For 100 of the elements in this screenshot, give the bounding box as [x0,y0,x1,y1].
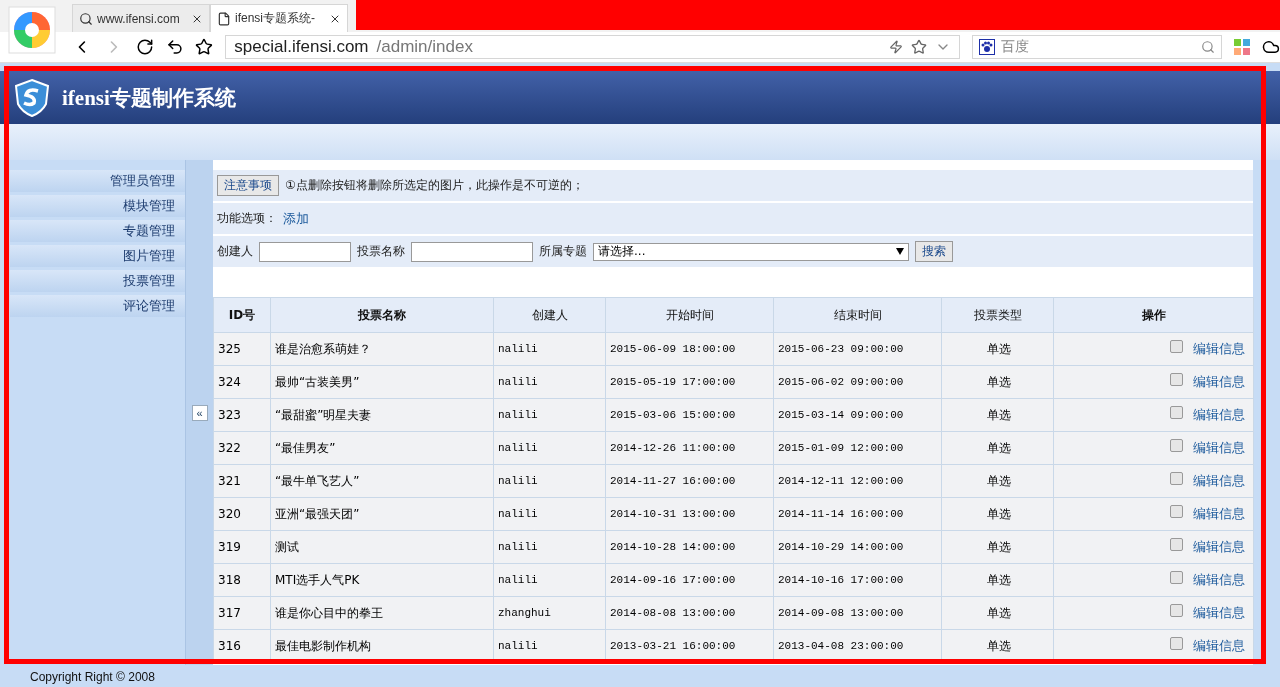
table-cell: 亚洲“最强天团” [270,497,494,531]
search-icon[interactable] [1201,40,1216,54]
table-cell: 单选 [941,596,1054,630]
table-cell: 2014-10-31 13:00:00 [605,497,774,531]
row-checkbox[interactable] [1170,505,1183,518]
table-cell: 2014-08-08 13:00:00 [605,596,774,630]
table-cell: 2015-06-02 09:00:00 [773,365,942,399]
table-cell: 2015-06-09 18:00:00 [605,332,774,366]
table-cell: nalili [493,332,606,366]
table-cell: 322 [213,431,271,465]
sidebar-item[interactable]: 管理员管理 [10,170,185,192]
browser-tab[interactable]: www.ifensi.com [72,4,210,32]
edit-link[interactable]: 编辑信息 [1193,572,1245,587]
table-cell: nalili [493,431,606,465]
table-cell: 测试 [270,530,494,564]
cloud-icon[interactable] [1262,38,1280,56]
edit-link[interactable]: 编辑信息 [1193,638,1245,653]
table-cell: 323 [213,398,271,432]
row-checkbox[interactable] [1170,538,1183,551]
column-header: 投票名称 [270,297,494,333]
collapse-button[interactable]: « [191,404,208,421]
row-checkbox[interactable] [1170,406,1183,419]
table-cell: 单选 [941,365,1054,399]
table-cell: zhanghui [493,596,606,630]
reload-icon[interactable] [135,38,154,56]
table-cell: 单选 [941,563,1054,597]
copyright-text: Copyright Right © 2008 [30,670,155,684]
table-cell: 2014-09-16 17:00:00 [605,563,774,597]
sidebar-item[interactable]: 图片管理 [10,245,185,267]
column-header: 操作 [1053,297,1254,333]
input-field[interactable] [259,241,351,262]
edit-link[interactable]: 编辑信息 [1193,440,1245,455]
row-checkbox[interactable] [1170,604,1183,617]
column-header: 结束时间 [773,297,942,333]
sidebar-item[interactable]: 评论管理 [10,295,185,317]
table-cell: “最甜蜜”明星夫妻 [270,398,494,432]
table-cell: 2014-10-29 14:00:00 [773,530,942,564]
search-icon [79,11,93,26]
row-checkbox[interactable] [1170,439,1183,452]
table-cell: 单选 [941,332,1054,366]
lightning-icon[interactable] [889,40,904,54]
add-link[interactable]: 添加 [283,209,309,228]
table-cell: nalili [493,497,606,531]
browser-tab[interactable]: ifensi专题系统- [210,4,348,32]
column-header: 创建人 [493,297,606,333]
table-cell: 2014-12-11 12:00:00 [773,464,942,498]
edit-link[interactable]: 编辑信息 [1193,341,1245,356]
table-cell: 谁是你心目中的拳王 [270,596,494,630]
notice-button[interactable]: 注意事项 [217,175,279,196]
star-icon[interactable] [911,39,928,55]
search-button[interactable]: 搜索 [915,241,953,262]
browser-logo-icon[interactable] [8,6,56,54]
address-host: special.ifensi.com [234,37,369,57]
address-bar[interactable]: special.ifensi.com /admin/index [225,35,961,59]
edit-link[interactable]: 编辑信息 [1193,539,1245,554]
row-checkbox[interactable] [1170,571,1183,584]
edit-link[interactable]: 编辑信息 [1193,506,1245,521]
table-cell: 320 [213,497,271,531]
star-icon[interactable] [195,38,214,56]
table-cell: 319 [213,530,271,564]
address-path: /admin/index [376,37,474,57]
edit-link[interactable]: 编辑信息 [1193,605,1245,620]
sidebar-item[interactable]: 模块管理 [10,195,185,217]
edit-link[interactable]: 编辑信息 [1193,473,1245,488]
undo-icon[interactable] [165,38,184,56]
column-header: ID号 [213,297,271,333]
table-cell: 单选 [941,431,1054,465]
notice-text: ①点删除按钮将删除所选定的图片，此操作是不可逆的； [285,177,584,194]
edit-link[interactable]: 编辑信息 [1193,374,1245,389]
search-field[interactable]: 百度 [972,35,1223,59]
table-cell: nalili [493,365,606,399]
table-cell: 318 [213,563,271,597]
table-cell: nalili [493,530,606,564]
paw-icon [979,39,996,55]
row-checkbox[interactable] [1170,637,1183,650]
row-checkbox[interactable] [1170,472,1183,485]
table-cell: MTI选手人气PK [270,563,494,597]
row-checkbox[interactable] [1170,340,1183,353]
table-cell: 2014-11-27 16:00:00 [605,464,774,498]
dropdown-arrow-icon [896,248,904,255]
table-cell: “最佳男友” [270,431,494,465]
options-label: 功能选项： [217,210,277,227]
sidebar-item[interactable]: 专题管理 [10,220,185,242]
table-cell: “最牛单飞艺人” [270,464,494,498]
table-cell: 2015-05-19 17:00:00 [605,365,774,399]
table-cell: 单选 [941,497,1054,531]
apps-icon[interactable] [1234,39,1251,55]
table-cell: 2014-11-14 16:00:00 [773,497,942,531]
table-cell: 325 [213,332,271,366]
column-header: 投票类型 [941,297,1054,333]
field-label: 创建人 [217,243,253,260]
field-label: 投票名称 [357,243,405,260]
input-field[interactable] [411,241,533,262]
edit-link[interactable]: 编辑信息 [1193,407,1245,422]
topic-select[interactable]: 请选择... [593,242,909,261]
sidebar-item[interactable]: 投票管理 [10,270,185,292]
shield-logo-icon [14,77,50,118]
row-checkbox[interactable] [1170,373,1183,386]
table-cell: 2014-09-08 13:00:00 [773,596,942,630]
table-cell: 2015-06-23 09:00:00 [773,332,942,366]
